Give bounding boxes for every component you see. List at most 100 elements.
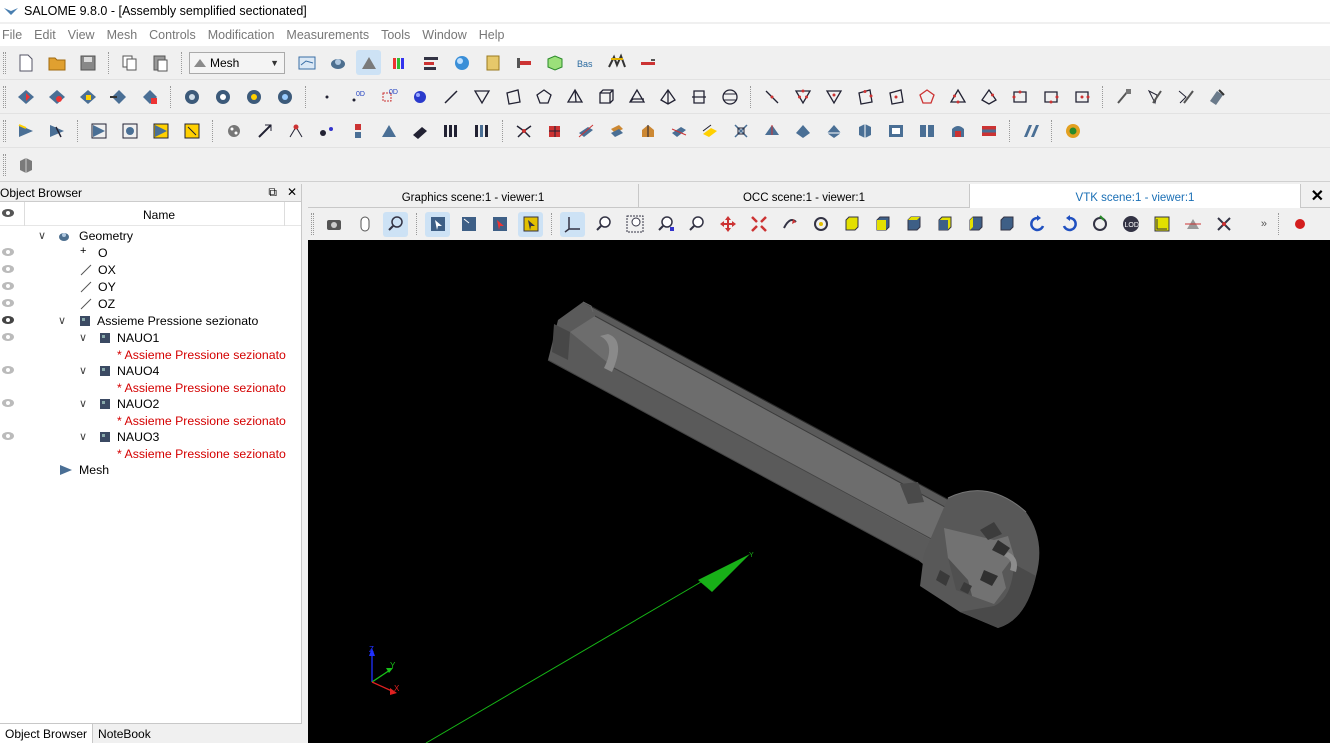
- tab-occ-scene[interactable]: OCC scene:1 - viewer:1: [639, 184, 970, 208]
- diagonal-inversion-icon[interactable]: [759, 118, 784, 143]
- tree-item-point[interactable]: + O: [0, 245, 300, 262]
- polygon-icon[interactable]: [531, 84, 556, 109]
- length-icon[interactable]: [283, 118, 308, 143]
- create-mesh-icon[interactable]: [13, 84, 38, 109]
- rectangle-selection-icon[interactable]: [425, 211, 450, 237]
- menu-tools[interactable]: Tools: [377, 28, 418, 42]
- fit-all-icon[interactable]: [591, 212, 616, 237]
- dump-view-icon[interactable]: [321, 212, 346, 237]
- open-folder-icon[interactable]: [44, 50, 69, 75]
- polyhedron-icon[interactable]: [717, 84, 742, 109]
- quadratic-triangle-icon[interactable]: [790, 84, 815, 109]
- synchronize-view-icon[interactable]: [1211, 212, 1236, 237]
- hexahedron-icon[interactable]: [593, 84, 618, 109]
- remove-elements-icon[interactable]: [1142, 84, 1167, 109]
- tab-graphics-scene[interactable]: Graphics scene:1 - viewer:1: [308, 184, 639, 208]
- jobmanager-icon[interactable]: [480, 50, 505, 75]
- create-submesh-icon[interactable]: [44, 84, 69, 109]
- tree-item-oy[interactable]: OY: [0, 279, 300, 296]
- angle-icon[interactable]: [376, 118, 401, 143]
- fit-area-icon[interactable]: [622, 212, 647, 237]
- toolbar-grip[interactable]: [311, 213, 314, 235]
- chevron-down-icon[interactable]: ∨: [58, 314, 66, 327]
- pattern-mapping-icon[interactable]: [469, 118, 494, 143]
- more-tools-icon[interactable]: »: [1261, 218, 1267, 230]
- close-panel-icon[interactable]: ✕: [287, 185, 297, 200]
- offset-icon[interactable]: [697, 118, 722, 143]
- toolbar-grip[interactable]: [3, 119, 6, 142]
- symmetry-icon[interactable]: [635, 118, 660, 143]
- tree-item-ox[interactable]: OX: [0, 262, 300, 279]
- left-view-icon[interactable]: [963, 212, 988, 237]
- mesh-advanced-icon[interactable]: [1060, 118, 1085, 143]
- copy-icon[interactable]: [117, 50, 142, 75]
- tree-item-assembly[interactable]: ∨ Assieme Pressione sezionato: [0, 313, 300, 330]
- fit-selection-icon[interactable]: [653, 212, 678, 237]
- interaction-style-icon[interactable]: [352, 212, 377, 237]
- visibility-eye-icon[interactable]: [1, 431, 15, 441]
- toolbar-grip[interactable]: [3, 153, 6, 176]
- menu-measurements[interactable]: Measurements: [282, 28, 377, 42]
- chevron-down-icon[interactable]: ∨: [79, 331, 87, 344]
- visibility-eye-icon[interactable]: [1, 208, 15, 218]
- area-icon[interactable]: [314, 118, 339, 143]
- tree-item-geometry[interactable]: ∨ Geometry: [0, 228, 300, 245]
- extrusion-along-path-icon[interactable]: [976, 118, 1001, 143]
- hexagonal-prism-icon[interactable]: [686, 84, 711, 109]
- clear-mesh-icon[interactable]: [1204, 84, 1229, 109]
- visibility-eye-icon[interactable]: [1, 398, 15, 408]
- name-column-header[interactable]: Name: [143, 208, 175, 222]
- rotate-anticlockwise-icon[interactable]: [1025, 212, 1050, 237]
- union-of-triangles-icon[interactable]: [790, 118, 815, 143]
- rotation-icon[interactable]: [604, 118, 629, 143]
- menu-edit[interactable]: Edit: [30, 28, 64, 42]
- clipping-icon[interactable]: [1180, 212, 1205, 237]
- 0d-element-icon[interactable]: 0D: [345, 84, 370, 109]
- bottom-view-icon[interactable]: [932, 212, 957, 237]
- chevron-down-icon[interactable]: ∨: [79, 364, 87, 377]
- triquadratic-hexahedron-icon[interactable]: [1069, 84, 1094, 109]
- quadratic-edge-icon[interactable]: [759, 84, 784, 109]
- top-view-icon[interactable]: [901, 212, 926, 237]
- reset-view-icon[interactable]: [1087, 212, 1112, 237]
- construct-group-icon[interactable]: [44, 118, 69, 143]
- remove-orphan-nodes-icon[interactable]: [1173, 84, 1198, 109]
- preview-icon[interactable]: [210, 84, 235, 109]
- compute-icon[interactable]: [179, 84, 204, 109]
- visibility-eye-icon[interactable]: [1, 281, 15, 291]
- vtk-3d-viewport[interactable]: Y Z Y X: [308, 240, 1330, 743]
- visibility-eye-icon[interactable]: [1, 315, 15, 325]
- edit-mesh-icon[interactable]: [75, 84, 100, 109]
- tree-item-nauo4[interactable]: ∨ NAUO4: [0, 363, 300, 380]
- yacs-icon[interactable]: [449, 50, 474, 75]
- macro-icon[interactable]: [635, 50, 660, 75]
- remove-nodes-icon[interactable]: [1111, 84, 1136, 109]
- smoothing-icon[interactable]: [914, 118, 939, 143]
- new-document-icon[interactable]: [13, 50, 38, 75]
- module-selector[interactable]: Mesh ▼: [189, 51, 285, 74]
- adaptation-icon[interactable]: [13, 152, 38, 177]
- graduated-axes-icon[interactable]: [1149, 212, 1174, 237]
- tab-vtk-scene[interactable]: VTK scene:1 - viewer:1: [970, 184, 1301, 208]
- float-panel-icon[interactable]: ⧉: [268, 185, 277, 200]
- quadratic-pentahedron-icon[interactable]: [1007, 84, 1032, 109]
- quadratic-polygon-icon[interactable]: [914, 84, 939, 109]
- cutting-quadrangles-icon[interactable]: [821, 118, 846, 143]
- split-biquadratic-icon[interactable]: [883, 118, 908, 143]
- tree-item-reference[interactable]: * Assieme Pressione sezionato: [0, 380, 300, 397]
- menu-mesh[interactable]: Mesh: [103, 28, 146, 42]
- quadratic-hexahedron-icon[interactable]: [1038, 84, 1063, 109]
- start-recording-icon[interactable]: [1287, 212, 1312, 237]
- reorientation-icon[interactable]: [1018, 118, 1043, 143]
- zoom-icon[interactable]: [684, 212, 709, 237]
- sew-icon[interactable]: [728, 118, 753, 143]
- scale-icon[interactable]: [666, 118, 691, 143]
- tree-item-nauo1[interactable]: ∨ NAUO1: [0, 330, 300, 347]
- back-view-icon[interactable]: [870, 212, 895, 237]
- tree-item-oz[interactable]: OZ: [0, 296, 300, 313]
- paste-icon[interactable]: [148, 50, 173, 75]
- merge-elements-icon[interactable]: [542, 118, 567, 143]
- group-of-underlying-icon[interactable]: [179, 118, 204, 143]
- union-groups-icon[interactable]: [86, 118, 111, 143]
- save-icon[interactable]: [75, 50, 100, 75]
